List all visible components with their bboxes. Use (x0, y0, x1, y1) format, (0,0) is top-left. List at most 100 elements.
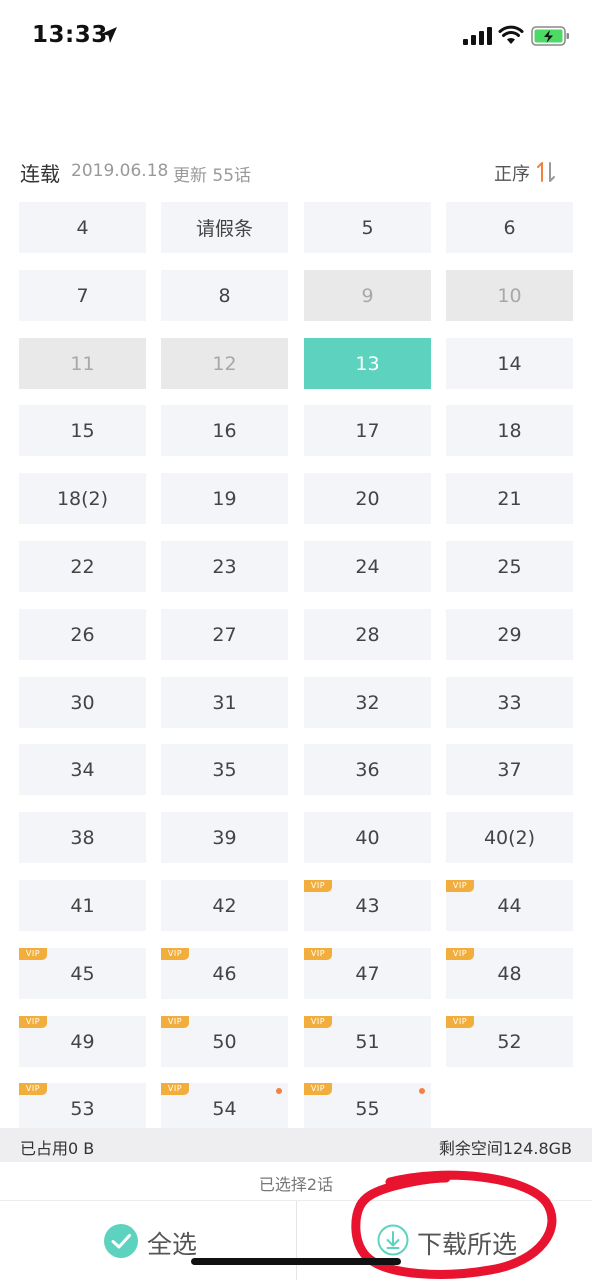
episode-item[interactable]: 23 (161, 541, 288, 592)
episode-item[interactable]: 30 (19, 677, 146, 728)
sort-toggle-button[interactable]: 正序 (482, 158, 572, 188)
vip-badge: VIP (304, 1083, 332, 1095)
episode-label: 52 (497, 1030, 522, 1053)
download-chapters-screen: 13:33 4 请假条 5 6 7 8 9 10 11 12 13 14 15 16 17 18 18(2) 19… (0, 0, 592, 1280)
vip-badge: VIP (161, 1083, 189, 1095)
episode-label: 46 (212, 962, 237, 985)
episode-item[interactable]: 21 (446, 473, 573, 524)
episode-label: 5 (361, 216, 374, 239)
episode-label: 54 (212, 1097, 237, 1120)
episode-item[interactable]: 45 VIP (19, 948, 146, 999)
episode-label: 21 (497, 487, 522, 510)
episode-item[interactable]: 50 VIP (161, 1016, 288, 1067)
vip-badge: VIP (161, 948, 189, 960)
episode-item[interactable]: 37 (446, 744, 573, 795)
episode-item[interactable]: 22 (19, 541, 146, 592)
episode-item[interactable]: 42 (161, 880, 288, 931)
episode-label: 8 (218, 284, 231, 307)
episode-label: 36 (355, 758, 380, 781)
series-status-label: 连载 (20, 162, 60, 186)
episode-label: 13 (355, 352, 380, 375)
episode-label: 19 (212, 487, 237, 510)
episode-item[interactable]: 46 VIP (161, 948, 288, 999)
episode-item[interactable]: 29 (446, 609, 573, 660)
episode-item[interactable]: 40(2) (446, 812, 573, 863)
episode-label: 35 (212, 758, 237, 781)
vip-badge: VIP (446, 948, 474, 960)
episode-item[interactable]: 15 (19, 405, 146, 456)
episode-label: 18 (497, 419, 522, 442)
episode-item[interactable]: 9 (304, 270, 431, 321)
episode-item[interactable]: 24 (304, 541, 431, 592)
episode-item[interactable]: 6 (446, 202, 573, 253)
episode-item[interactable]: 40 (304, 812, 431, 863)
episode-item[interactable]: 11 (19, 338, 146, 389)
episode-item[interactable]: 36 (304, 744, 431, 795)
storage-used-text: 已占用0 B (20, 1139, 95, 1158)
episode-label: 32 (355, 691, 380, 714)
episode-item[interactable]: 5 (304, 202, 431, 253)
episode-item[interactable]: 请假条 (161, 202, 288, 253)
episode-item[interactable]: 31 (161, 677, 288, 728)
episode-item[interactable]: 18(2) (19, 473, 146, 524)
episode-item[interactable]: 35 (161, 744, 288, 795)
vip-badge: VIP (446, 880, 474, 892)
select-all-button[interactable]: 全选 (0, 1201, 296, 1280)
episode-item[interactable]: 33 (446, 677, 573, 728)
vip-badge: VIP (19, 1083, 47, 1095)
episode-item[interactable]: 32 (304, 677, 431, 728)
episode-item[interactable]: 49 VIP (19, 1016, 146, 1067)
episode-item[interactable]: 28 (304, 609, 431, 660)
selected-count-text: 已选择2话 (258, 1175, 334, 1194)
episode-label: 30 (70, 691, 95, 714)
download-selected-label: 下载所选 (417, 1230, 518, 1259)
episode-item[interactable]: 54 VIP (161, 1083, 288, 1128)
episode-item[interactable]: 13 (304, 338, 431, 389)
episode-item[interactable]: 47 VIP (304, 948, 431, 999)
episode-label: 53 (70, 1097, 95, 1120)
download-selected-button[interactable]: 下载所选 (297, 1201, 592, 1280)
episode-label: 16 (212, 419, 237, 442)
episode-item[interactable]: 52 VIP (446, 1016, 573, 1067)
episode-item[interactable]: 8 (161, 270, 288, 321)
episode-label: 50 (212, 1030, 237, 1053)
episode-item[interactable]: 27 (161, 609, 288, 660)
episode-item[interactable]: 26 (19, 609, 146, 660)
episode-label: 37 (497, 758, 522, 781)
episode-item[interactable]: 39 (161, 812, 288, 863)
selected-count-bar: 已选择2话 (0, 1162, 592, 1201)
vip-badge: VIP (446, 1016, 474, 1028)
episode-item[interactable]: 44 VIP (446, 880, 573, 931)
episode-item[interactable]: 14 (446, 338, 573, 389)
download-circle-icon (377, 1224, 409, 1256)
episode-item[interactable]: 10 (446, 270, 573, 321)
home-indicator[interactable] (191, 1258, 401, 1265)
episode-item[interactable]: 41 (19, 880, 146, 931)
episode-item[interactable]: 16 (161, 405, 288, 456)
episode-label: 14 (497, 352, 522, 375)
series-episode-count: 更新 55话 (173, 166, 252, 186)
episode-item[interactable]: 48 VIP (446, 948, 573, 999)
episode-label: 49 (70, 1030, 95, 1053)
episode-item[interactable]: 38 (19, 812, 146, 863)
episode-item[interactable]: 25 (446, 541, 573, 592)
series-header: 连载 2019.06.18 更新 55话 正序 (20, 158, 572, 188)
episode-item[interactable]: 17 (304, 405, 431, 456)
episode-item[interactable]: 12 (161, 338, 288, 389)
episode-item[interactable]: 7 (19, 270, 146, 321)
episode-label: 6 (503, 216, 516, 239)
episode-item[interactable]: 20 (304, 473, 431, 524)
episode-item[interactable]: 55 VIP (304, 1083, 431, 1128)
vip-badge: VIP (304, 1016, 332, 1028)
episode-label: 25 (497, 555, 522, 578)
episode-item[interactable]: 19 (161, 473, 288, 524)
episode-label: 40(2) (483, 826, 536, 849)
episode-item[interactable]: 18 (446, 405, 573, 456)
episode-item[interactable]: 43 VIP (304, 880, 431, 931)
action-bar: 全选 下载所选 (0, 1201, 592, 1280)
episode-item[interactable]: 4 (19, 202, 146, 253)
episode-item[interactable]: 53 VIP (19, 1083, 146, 1128)
episode-label: 请假条 (195, 218, 253, 240)
episode-item[interactable]: 51 VIP (304, 1016, 431, 1067)
episode-item[interactable]: 34 (19, 744, 146, 795)
